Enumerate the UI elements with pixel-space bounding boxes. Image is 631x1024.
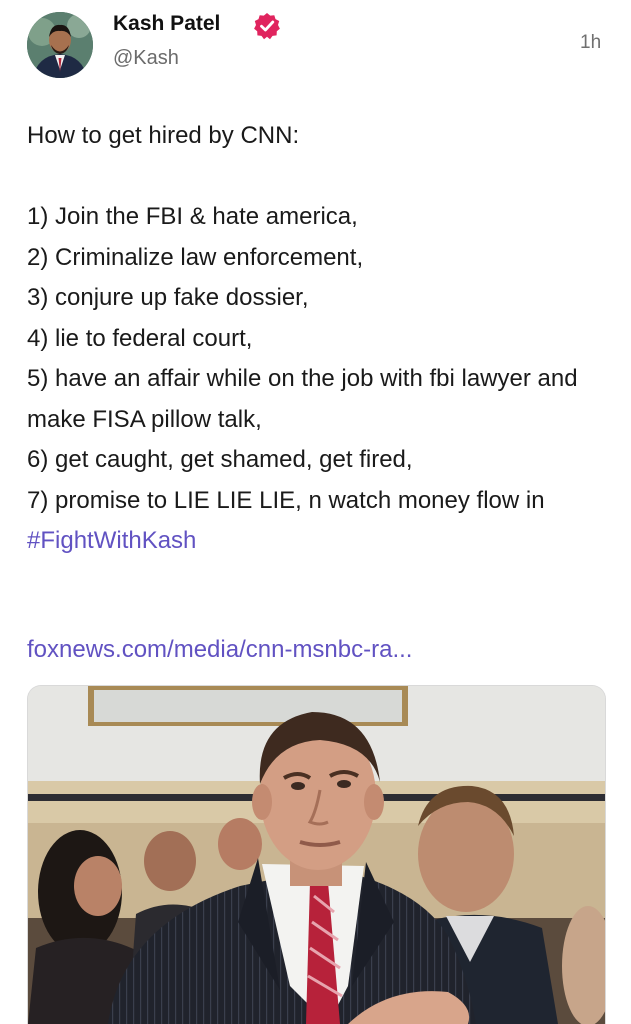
post-timestamp[interactable]: 1h	[580, 32, 601, 54]
post-body: How to get hired by CNN: 1) Join the FBI…	[27, 116, 617, 562]
post-step: 6) get caught, get shamed, get fired,	[27, 446, 413, 473]
avatar-image	[27, 12, 93, 78]
hashtag-link[interactable]: #FightWithKash	[27, 527, 196, 554]
post-step: 3) conjure up fake dossier,	[27, 284, 309, 311]
link-preview-image	[28, 686, 605, 1024]
post: Kash Patel @Kash 1h How to get hired by …	[0, 0, 631, 1024]
link-url[interactable]: foxnews.com/media/cnn-msnbc-ra...	[27, 636, 412, 664]
post-step: 1) Join the FBI & hate america,	[27, 203, 358, 230]
avatar[interactable]	[27, 12, 93, 78]
link-preview-card[interactable]	[27, 685, 606, 1024]
post-step: 5) have an affair while on the job with …	[27, 365, 578, 433]
post-step: 2) Criminalize law enforcement,	[27, 243, 364, 271]
post-step: 4) lie to federal court,	[27, 324, 253, 352]
verified-badge-icon	[254, 13, 280, 40]
post-step: 7) promise to LIE LIE LIE, n watch money…	[27, 486, 545, 514]
author-name[interactable]: Kash Patel	[113, 12, 220, 36]
author-handle[interactable]: @Kash	[113, 47, 179, 70]
post-intro: How to get hired by CNN:	[27, 122, 300, 149]
